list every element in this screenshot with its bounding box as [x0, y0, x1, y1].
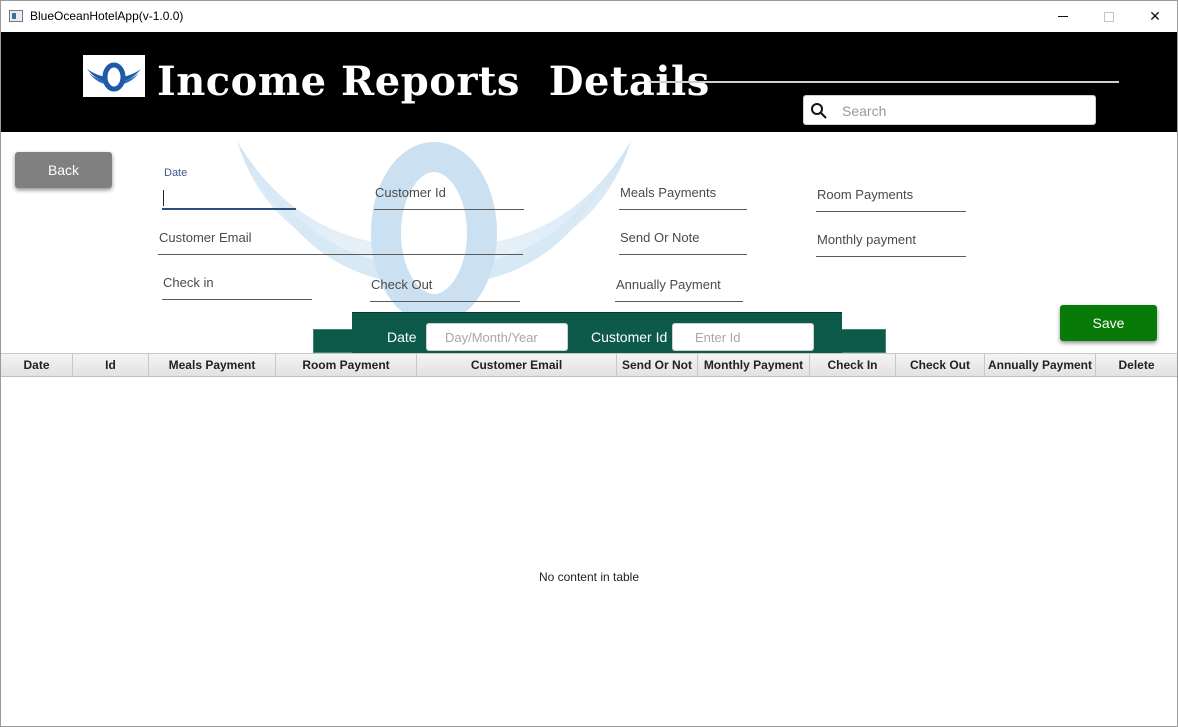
filter-bar: Date Customer Id — [352, 312, 842, 353]
blue-ocean-logo-icon — [83, 55, 145, 97]
back-button[interactable]: Back — [15, 152, 112, 188]
table-header: Date Id Meals Payment Room Payment Custo… — [1, 353, 1177, 377]
filter-customer-id-label: Customer Id — [591, 329, 668, 345]
monthly-payment-field[interactable]: Monthly payment — [816, 232, 966, 257]
meals-payments-label: Meals Payments — [620, 185, 717, 200]
check-in-field[interactable]: Check in — [162, 275, 312, 300]
customer-email-label: Customer Email — [159, 230, 252, 245]
filter-date-input[interactable] — [426, 323, 568, 351]
column-header-meals-payment[interactable]: Meals Payment — [149, 354, 276, 376]
app-icon — [9, 10, 23, 22]
app-window: BlueOceanHotelApp(v-1.0.0) ✕ Income Repo… — [0, 0, 1178, 727]
monthly-payment-label: Monthly payment — [817, 232, 916, 247]
room-payments-label: Room Payments — [817, 187, 914, 202]
send-or-note-field[interactable]: Send Or Note — [619, 230, 747, 255]
column-header-check-out[interactable]: Check Out — [896, 354, 985, 376]
search-input[interactable] — [842, 102, 1082, 120]
customer-email-field[interactable]: Customer Email — [158, 230, 523, 255]
annually-payment-label: Annually Payment — [616, 277, 721, 292]
column-header-date[interactable]: Date — [1, 354, 73, 376]
column-header-delete[interactable]: Delete — [1096, 354, 1177, 376]
title-bar: BlueOceanHotelApp(v-1.0.0) ✕ — [1, 1, 1177, 32]
page-header: Income Reports Details — [1, 32, 1177, 132]
search-icon — [811, 103, 827, 119]
text-caret — [163, 190, 164, 206]
filter-customer-id-input[interactable] — [672, 323, 814, 351]
column-header-check-in[interactable]: Check In — [810, 354, 896, 376]
column-header-send-or-not[interactable]: Send Or Not — [617, 354, 698, 376]
table-body: No content in table — [1, 377, 1177, 726]
minimize-button[interactable] — [1040, 1, 1086, 32]
window-title: BlueOceanHotelApp(v-1.0.0) — [30, 9, 184, 23]
save-button[interactable]: Save — [1060, 305, 1157, 341]
date-field-label: Date — [164, 167, 188, 179]
column-header-annually-payment[interactable]: Annually Payment — [985, 354, 1096, 376]
customer-id-label: Customer Id — [375, 185, 446, 200]
page-title: Income Reports Details — [157, 58, 710, 105]
date-field[interactable]: Date — [162, 167, 296, 210]
empty-table-message: No content in table — [538, 570, 640, 584]
column-header-id[interactable]: Id — [73, 354, 149, 376]
minimize-icon — [1058, 16, 1068, 17]
maximize-button[interactable] — [1086, 1, 1132, 32]
check-out-label: Check Out — [371, 277, 433, 292]
column-header-customer-email[interactable]: Customer Email — [417, 354, 617, 376]
maximize-icon — [1104, 11, 1114, 22]
close-button[interactable]: ✕ — [1132, 1, 1177, 32]
column-header-monthly-payment[interactable]: Monthly Payment — [698, 354, 810, 376]
column-header-room-payment[interactable]: Room Payment — [276, 354, 417, 376]
check-out-field[interactable]: Check Out — [370, 277, 520, 302]
customer-id-field[interactable]: Customer Id — [374, 185, 524, 210]
check-in-label: Check in — [163, 275, 214, 290]
room-payments-field[interactable]: Room Payments — [816, 187, 966, 212]
send-or-note-label: Send Or Note — [620, 230, 700, 245]
meals-payments-field[interactable]: Meals Payments — [619, 185, 747, 210]
filter-date-label: Date — [387, 329, 417, 345]
header-divider — [649, 81, 1119, 83]
close-icon: ✕ — [1149, 8, 1161, 24]
search-box[interactable] — [803, 95, 1096, 125]
annually-payment-field[interactable]: Annually Payment — [615, 277, 743, 302]
